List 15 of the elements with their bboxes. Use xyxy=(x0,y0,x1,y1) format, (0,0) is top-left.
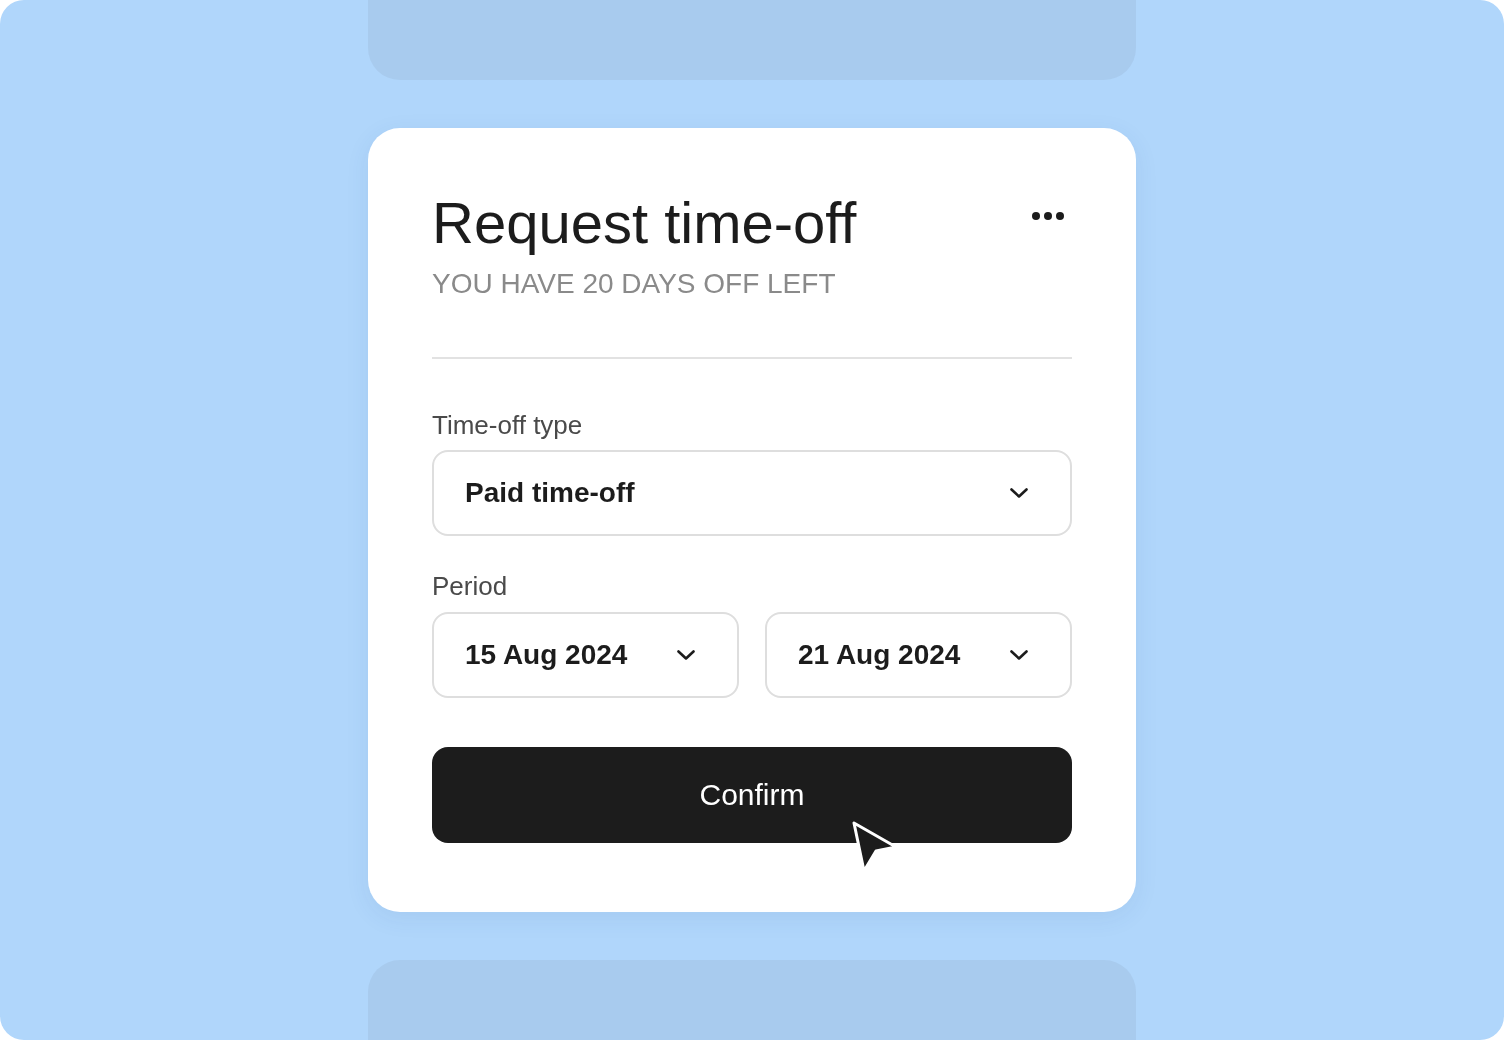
select-value: 15 Aug 2024 xyxy=(465,639,628,671)
type-select[interactable]: Paid time-off xyxy=(432,450,1072,536)
select-value: 21 Aug 2024 xyxy=(798,639,961,671)
confirm-button[interactable]: Confirm xyxy=(432,747,1072,843)
start-date-select[interactable]: 15 Aug 2024 xyxy=(432,612,739,698)
days-left-text: YOU HAVE 20 DAYS OFF LEFT xyxy=(432,268,836,300)
chevron-down-icon xyxy=(677,650,695,660)
more-options-icon[interactable] xyxy=(1032,212,1064,220)
card-title: Request time-off xyxy=(432,190,857,256)
select-value: Paid time-off xyxy=(465,477,635,509)
chevron-down-icon xyxy=(1010,650,1028,660)
end-date-select[interactable]: 21 Aug 2024 xyxy=(765,612,1072,698)
field-label: Time-off type xyxy=(432,411,583,439)
chevron-down-icon xyxy=(1010,488,1028,498)
field-label: Period xyxy=(432,572,508,600)
